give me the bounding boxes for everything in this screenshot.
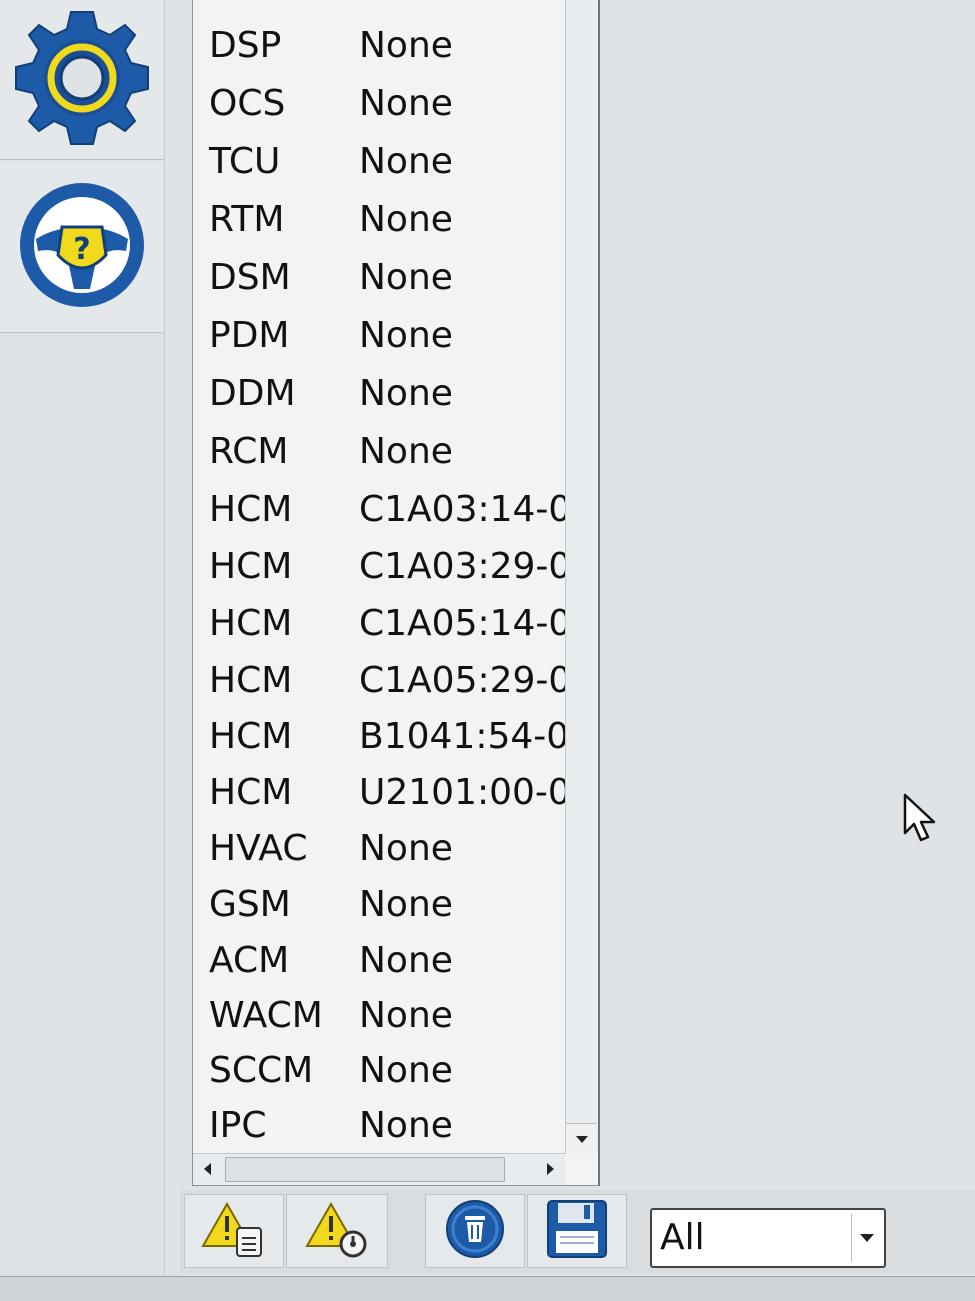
dtc-code: None [359, 431, 453, 472]
dtc-report-button[interactable] [184, 1194, 284, 1268]
vertical-scrollbar[interactable] [565, 0, 598, 1154]
module-filter-select[interactable]: All [650, 1208, 886, 1268]
dtc-list: DSP None OCS None TCU None RTM None DSM … [193, 0, 565, 1154]
dtc-list-panel: DSP None OCS None TCU None RTM None DSM … [192, 0, 600, 1186]
scroll-down-button[interactable] [566, 1123, 597, 1154]
module-name: HVAC [209, 828, 308, 869]
svg-text:?: ? [73, 232, 90, 267]
module-name: HCM [209, 660, 293, 701]
module-name: HCM [209, 772, 293, 813]
dtc-code: None [359, 1050, 453, 1091]
scroll-right-button[interactable] [535, 1154, 565, 1184]
list-item[interactable]: HCM B1041:54-08 [193, 709, 565, 765]
dtc-code: U2101:00-08 [359, 772, 565, 813]
module-name: IPC [209, 1105, 267, 1146]
list-item[interactable]: PDM None [193, 308, 565, 364]
dtc-history-button[interactable] [286, 1194, 388, 1268]
module-name: RTM [209, 199, 285, 240]
dtc-code: None [359, 1105, 453, 1146]
status-bar [0, 1276, 975, 1301]
dtc-code: None [359, 141, 453, 182]
list-item[interactable]: GSM None [193, 877, 565, 933]
list-item[interactable]: DSP None [193, 18, 565, 74]
steering-wheel-help-icon: ? [14, 177, 150, 317]
module-name: PDM [209, 315, 290, 356]
list-item[interactable]: ACM None [193, 933, 565, 989]
dtc-code: C1A03:14-08 [359, 489, 565, 530]
horizontal-scroll-thumb[interactable] [225, 1157, 505, 1182]
list-item[interactable]: HCM C1A05:14-08 [193, 596, 565, 652]
module-name: DSP [209, 25, 282, 66]
dtc-code: None [359, 828, 453, 869]
dtc-code: C1A05:29-08 [359, 660, 565, 701]
dtc-code: None [359, 940, 453, 981]
trash-icon [443, 1198, 507, 1264]
icon-sidebar: ? [0, 0, 165, 1300]
list-item[interactable]: RCM None [193, 424, 565, 480]
dtc-code: None [359, 257, 453, 298]
scroll-left-button[interactable] [193, 1154, 223, 1184]
list-item[interactable]: DSM None [193, 250, 565, 306]
module-name: GSM [209, 884, 291, 925]
dtc-code: None [359, 884, 453, 925]
help-button[interactable]: ? [0, 161, 163, 333]
dtc-code: None [359, 315, 453, 356]
bottom-toolbar: All [180, 1190, 975, 1274]
floppy-disk-icon [546, 1199, 608, 1263]
module-name: DSM [209, 257, 291, 298]
dtc-code: None [359, 373, 453, 414]
chevron-down-icon[interactable] [851, 1214, 882, 1262]
module-name: SCCM [209, 1050, 314, 1091]
list-item[interactable]: HCM C1A05:29-08 [193, 653, 565, 709]
warning-clock-icon [301, 1200, 373, 1262]
filter-selected-value: All [660, 1217, 705, 1258]
dtc-code: None [359, 199, 453, 240]
scroll-left-arrow [204, 1163, 211, 1175]
scroll-right-arrow [547, 1163, 554, 1175]
list-item[interactable]: WACM None [193, 988, 565, 1044]
list-item[interactable]: TCU None [193, 134, 565, 190]
warning-document-icon [199, 1200, 269, 1262]
module-name: WACM [209, 995, 323, 1036]
scroll-down-arrow [575, 1136, 588, 1143]
dtc-code: None [359, 995, 453, 1036]
module-name: HCM [209, 489, 293, 530]
module-name: OCS [209, 83, 286, 124]
horizontal-scrollbar[interactable] [193, 1153, 565, 1185]
module-name: DDM [209, 373, 296, 414]
gear-icon [13, 9, 151, 151]
module-name: HCM [209, 546, 293, 587]
dtc-code: None [359, 25, 453, 66]
module-name: RCM [209, 431, 289, 472]
list-item[interactable]: OCS None [193, 76, 565, 132]
list-item[interactable]: HCM C1A03:29-08 [193, 539, 565, 595]
dtc-code: C1A05:14-08 [359, 603, 565, 644]
list-item[interactable]: SCCM None [193, 1043, 565, 1099]
module-name: HCM [209, 716, 293, 757]
list-item[interactable]: RTM None [193, 192, 565, 248]
save-button[interactable] [527, 1194, 627, 1268]
dtc-code: B1041:54-08 [359, 716, 565, 757]
list-item[interactable]: IPC None [193, 1098, 565, 1154]
clear-dtcs-button[interactable] [425, 1194, 525, 1268]
settings-button[interactable] [0, 0, 163, 160]
list-item[interactable]: HCM C1A03:14-08 [193, 482, 565, 538]
list-item[interactable]: DDM None [193, 366, 565, 422]
module-name: TCU [209, 141, 281, 182]
list-item[interactable]: HCM U2101:00-08 [193, 765, 565, 821]
module-name: HCM [209, 603, 293, 644]
list-item[interactable]: HVAC None [193, 821, 565, 877]
dtc-code: C1A03:29-08 [359, 546, 565, 587]
dtc-code: None [359, 83, 453, 124]
module-name: ACM [209, 940, 290, 981]
mouse-cursor-icon [902, 793, 940, 843]
